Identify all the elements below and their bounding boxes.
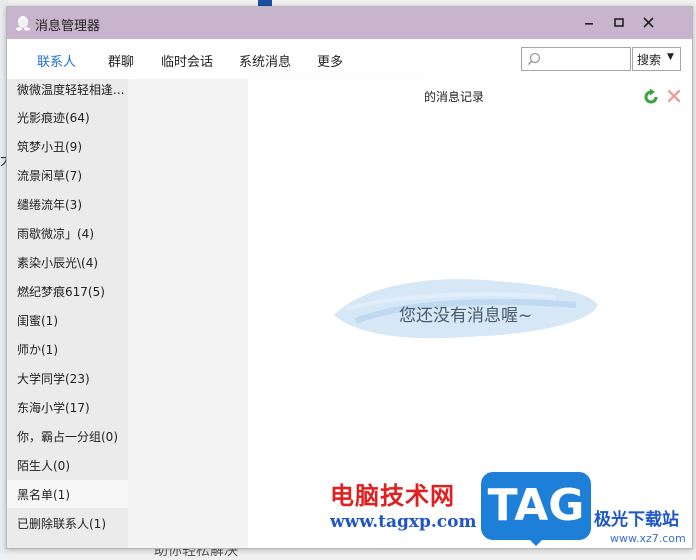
contact-group-label: 微微温度轻轻相逢... — [17, 83, 125, 97]
close-button[interactable] — [639, 13, 659, 33]
contact-group-item[interactable]: 流景闲草(7) — [7, 161, 128, 189]
contact-group-item[interactable]: 已删除联系人(1) — [7, 509, 128, 537]
empty-message: 您还没有消息喔~ — [399, 306, 533, 326]
delete-icon[interactable] — [666, 88, 682, 104]
search-input[interactable] — [544, 50, 630, 68]
refresh-icon[interactable] — [642, 88, 660, 106]
tab-more[interactable]: 更多 — [317, 51, 343, 70]
titlebar[interactable]: 消息管理器 — [7, 7, 692, 39]
contact-group-label: 雨歇微凉」(4) — [17, 227, 94, 241]
contact-group-item[interactable]: 燃纪梦痕617(5) — [7, 277, 128, 305]
contact-group-item[interactable]: 你，霸占一分组(0) — [7, 422, 128, 450]
search-box[interactable] — [521, 47, 631, 71]
contact-group-label: 光影痕迹(64) — [17, 111, 90, 125]
watermark-tag-logo: TAG — [481, 472, 591, 540]
nav-bar: 联系人 群聊 临时会话 系统消息 更多 搜索 ▼ — [7, 39, 692, 79]
contact-group-label: 大学同学(23) — [17, 372, 90, 386]
contact-group-item[interactable]: 师か(1) — [7, 335, 128, 363]
chevron-down-icon: ▼ — [667, 52, 674, 62]
contact-group-item[interactable]: 素染小辰光\(4) — [7, 248, 128, 276]
contact-group-label: 闺蜜(1) — [17, 314, 58, 328]
penguin-icon — [16, 16, 30, 31]
contact-group-item[interactable]: 雨歇微凉」(4) — [7, 219, 128, 247]
watermark-tag-tail — [526, 536, 546, 546]
contact-group-item-selected[interactable]: 黑名单(1) — [7, 480, 128, 508]
contact-group-list: 微微温度轻轻相逢... 光影痕迹(64) 筑梦小丑(9) 流景闲草(7) 缱绻流… — [7, 79, 128, 548]
contact-group-label: 你，霸占一分组(0) — [17, 430, 118, 444]
maximize-icon — [614, 18, 624, 27]
contact-group-item[interactable]: 筑梦小丑(9) — [7, 132, 128, 160]
tab-groups[interactable]: 群聊 — [108, 51, 134, 70]
contact-group-label: 陌生人(0) — [17, 459, 70, 473]
tab-contacts[interactable]: 联系人 — [37, 51, 76, 70]
search-button[interactable]: 搜索 ▼ — [632, 47, 681, 71]
contact-group-label: 已删除联系人(1) — [17, 517, 106, 531]
contact-group-item[interactable]: 东海小学(17) — [7, 393, 128, 421]
watermark-site-title: 极光下载站 — [594, 510, 679, 530]
empty-state: 您还没有消息喔~ — [326, 265, 606, 351]
contact-group-label: 燃纪梦痕617(5) — [17, 285, 105, 299]
watermark-tag-text: TAG — [487, 480, 585, 531]
search-icon — [527, 52, 541, 66]
contact-group-item[interactable]: 陌生人(0) — [7, 451, 128, 479]
record-title: 的消息记录 — [424, 90, 485, 104]
maximize-button[interactable] — [609, 13, 629, 33]
window-title: 消息管理器 — [35, 19, 101, 34]
contact-group-item[interactable]: 缱绻流年(3) — [7, 190, 128, 218]
minimize-button[interactable] — [579, 13, 599, 33]
watermark-brand: 电脑技术网 — [330, 482, 455, 510]
contact-group-label: 黑名单(1) — [17, 488, 70, 502]
contact-group-label: 东海小学(17) — [17, 401, 90, 415]
contact-group-label: 缱绻流年(3) — [17, 198, 82, 212]
contact-list-pane — [128, 79, 248, 548]
close-icon — [643, 17, 654, 28]
message-record-pane: 的消息记录 您还没有消息喔~ — [248, 79, 692, 548]
tab-system-messages[interactable]: 系统消息 — [239, 51, 291, 70]
contact-group-label: 师か(1) — [17, 343, 58, 357]
contact-group-item[interactable]: 闺蜜(1) — [7, 306, 128, 334]
contact-group-item[interactable]: 微微温度轻轻相逢... — [7, 79, 128, 103]
contact-group-label: 筑梦小丑(9) — [17, 140, 82, 154]
minimize-icon — [585, 23, 593, 25]
watermark-site-url: www.xz7.com — [610, 532, 686, 545]
contact-group-item[interactable]: 大学同学(23) — [7, 364, 128, 392]
message-manager-window: 消息管理器 联系人 群聊 临时会话 系统消息 更多 搜索 ▼ 微微温度轻轻相逢.… — [6, 6, 693, 549]
contact-group-item[interactable]: 光影痕迹(64) — [7, 103, 128, 131]
contact-group-label: 流景闲草(7) — [17, 169, 82, 183]
contact-group-label: 素染小辰光\(4) — [17, 256, 99, 270]
watermark-url: www.tagxp.com — [330, 512, 477, 532]
tab-temp-chats[interactable]: 临时会话 — [161, 51, 213, 70]
search-button-label: 搜索 — [637, 53, 662, 67]
